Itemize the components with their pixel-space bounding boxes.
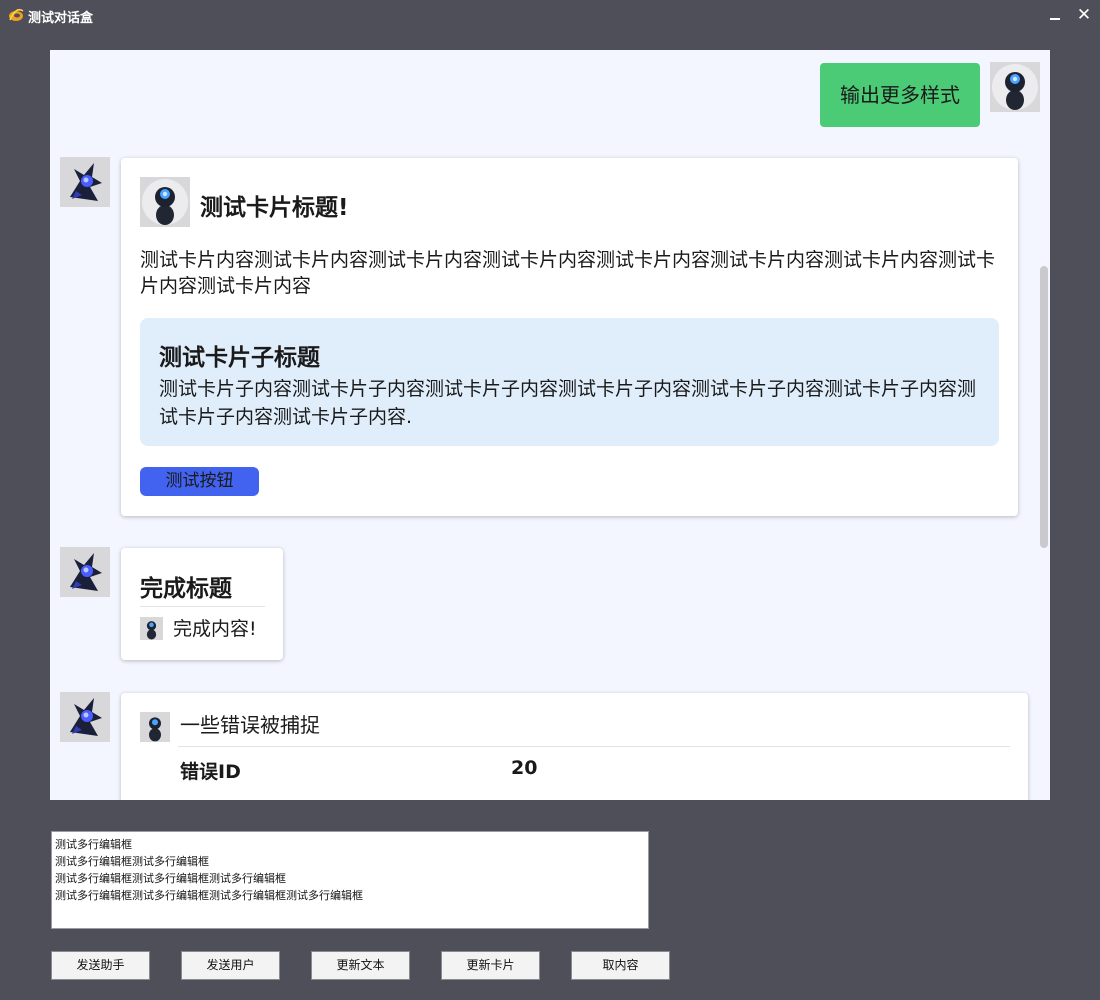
update-card-button[interactable]: 更新卡片 xyxy=(441,951,540,980)
error-card: 一些错误被捕捉 错误ID 20 xyxy=(121,693,1028,800)
window-title: 测试对话盒 xyxy=(28,11,94,26)
dark-figure-avatar-icon xyxy=(60,547,110,597)
card-avatar xyxy=(140,177,190,227)
error-id-value: 20 xyxy=(511,757,538,779)
sub-card-content: 测试卡片子内容测试卡片子内容测试卡片子内容测试卡片子内容测试卡片子内容测试卡片子… xyxy=(159,378,977,428)
close-button[interactable]: ✕ xyxy=(1073,4,1095,26)
card-content: 测试卡片内容测试卡片内容测试卡片内容测试卡片内容测试卡片内容测试卡片内容测试卡片… xyxy=(140,249,996,297)
dark-figure-avatar-icon xyxy=(60,692,110,742)
app-logo-icon xyxy=(9,8,24,21)
error-avatar-icon xyxy=(140,712,170,742)
dark-figure-avatar-icon xyxy=(60,157,110,207)
done-card: 完成标题 完成内容! xyxy=(121,548,283,660)
test-button[interactable]: 测试按钮 xyxy=(140,467,259,496)
chat-scrollbar[interactable] xyxy=(1040,266,1048,548)
user-avatar xyxy=(990,62,1040,112)
minimize-icon xyxy=(1050,18,1060,20)
error-card-title: 一些错误被捕捉 xyxy=(180,713,320,737)
divider xyxy=(178,746,1010,747)
close-icon: ✕ xyxy=(1076,5,1092,25)
divider xyxy=(140,606,265,607)
robot-avatar-icon xyxy=(992,64,1038,110)
multiline-editor[interactable] xyxy=(51,831,649,929)
get-content-button[interactable]: 取内容 xyxy=(571,951,670,980)
done-card-title: 完成标题 xyxy=(140,576,232,602)
assistant-avatar xyxy=(60,547,110,597)
assistant-avatar xyxy=(60,692,110,742)
robot-avatar-icon xyxy=(142,179,188,225)
minimize-button[interactable] xyxy=(1044,4,1066,26)
assistant-avatar xyxy=(60,157,110,207)
assistant-card: 测试卡片标题! 测试卡片内容测试卡片内容测试卡片内容测试卡片内容测试卡片内容测试… xyxy=(121,158,1018,516)
send-user-button[interactable]: 发送用户 xyxy=(181,951,280,980)
update-text-button[interactable]: 更新文本 xyxy=(311,951,410,980)
send-assistant-button[interactable]: 发送助手 xyxy=(51,951,150,980)
card-title: 测试卡片标题! xyxy=(200,195,349,221)
chat-panel: 输出更多样式 测试卡片标题! 测试卡片内容测试卡片内容测试卡片内容测试卡片内容测… xyxy=(50,50,1050,800)
user-message-bubble: 输出更多样式 xyxy=(820,63,980,127)
sub-card-title: 测试卡片子标题 xyxy=(159,345,320,371)
done-avatar-icon xyxy=(140,617,163,640)
title-bar: 测试对话盒 ✕ xyxy=(0,0,1100,32)
error-id-label: 错误ID xyxy=(180,761,241,783)
done-card-content: 完成内容! xyxy=(173,618,257,640)
sub-card: 测试卡片子标题 测试卡片子内容测试卡片子内容测试卡片子内容测试卡片子内容测试卡片… xyxy=(140,318,999,446)
